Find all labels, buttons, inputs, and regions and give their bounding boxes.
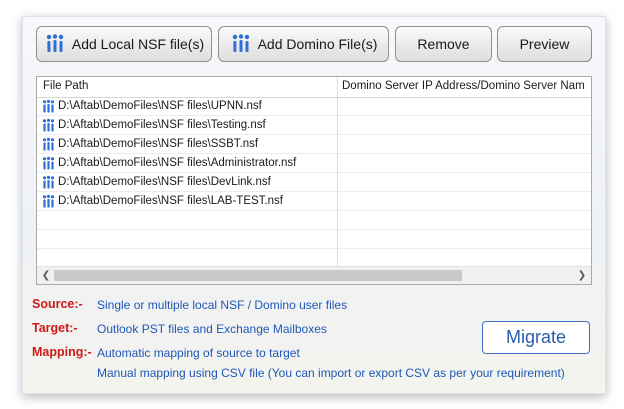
- table-row[interactable]: D:\Aftab\DemoFiles\NSF files\SSBT.nsf: [37, 135, 591, 154]
- lotus-notes-file-icon: [41, 156, 56, 171]
- table-row[interactable]: D:\Aftab\DemoFiles\NSF files\Administrat…: [37, 154, 591, 173]
- migrate-button[interactable]: Migrate: [482, 321, 590, 354]
- scroll-left-icon[interactable]: ❮: [39, 269, 53, 282]
- lotus-notes-file-icon: [41, 99, 56, 114]
- column-header-domino-server[interactable]: Domino Server IP Address/Domino Server N…: [342, 80, 590, 92]
- horizontal-scrollbar[interactable]: ❮ ❯: [37, 266, 591, 284]
- preview-label: Preview: [519, 36, 570, 52]
- table-row[interactable]: D:\Aftab\DemoFiles\NSF files\DevLink.nsf: [37, 173, 591, 192]
- grid-rows: D:\Aftab\DemoFiles\NSF files\UPNN.nsf D:\…: [37, 97, 591, 268]
- mapping-label: Mapping:-: [32, 345, 92, 359]
- mapping-manual-value: Manual mapping using CSV file (You can i…: [97, 366, 565, 380]
- file-path-cell: D:\Aftab\DemoFiles\NSF files\Testing.nsf: [58, 119, 266, 131]
- table-row[interactable]: D:\Aftab\DemoFiles\NSF files\UPNN.nsf: [37, 97, 591, 116]
- source-label: Source:-: [32, 297, 83, 311]
- source-value: Single or multiple local NSF / Domino us…: [97, 298, 348, 312]
- empty-row: [37, 211, 591, 230]
- file-path-cell: D:\Aftab\DemoFiles\NSF files\Administrat…: [58, 157, 297, 169]
- target-value: Outlook PST files and Exchange Mailboxes: [97, 322, 327, 336]
- file-grid[interactable]: File Path Domino Server IP Address/Domin…: [36, 76, 592, 285]
- add-local-nsf-label: Add Local NSF file(s): [71, 36, 205, 52]
- mapping-automatic-value: Automatic mapping of source to target: [97, 346, 300, 360]
- add-domino-files-label: Add Domino File(s): [257, 36, 378, 52]
- lotus-notes-icon: [44, 33, 66, 55]
- table-row[interactable]: D:\Aftab\DemoFiles\NSF files\Testing.nsf: [37, 116, 591, 135]
- table-row[interactable]: D:\Aftab\DemoFiles\NSF files\LAB-TEST.ns…: [37, 192, 591, 211]
- add-local-nsf-button[interactable]: Add Local NSF file(s): [36, 26, 212, 62]
- scroll-right-icon[interactable]: ❯: [575, 269, 589, 282]
- file-path-cell: D:\Aftab\DemoFiles\NSF files\SSBT.nsf: [58, 138, 259, 150]
- lotus-notes-file-icon: [41, 118, 56, 133]
- scrollbar-thumb[interactable]: [54, 270, 462, 281]
- add-domino-files-button[interactable]: Add Domino File(s): [218, 26, 389, 62]
- grid-header: File Path Domino Server IP Address/Domin…: [37, 77, 591, 98]
- remove-label: Remove: [417, 36, 470, 52]
- file-path-cell: D:\Aftab\DemoFiles\NSF files\UPNN.nsf: [58, 100, 262, 112]
- lotus-notes-file-icon: [41, 137, 56, 152]
- column-header-file-path[interactable]: File Path: [43, 80, 88, 92]
- empty-row: [37, 230, 591, 249]
- lotus-notes-file-icon: [41, 175, 56, 190]
- lotus-notes-icon: [230, 33, 252, 55]
- target-label: Target:-: [32, 321, 78, 335]
- migrate-label: Migrate: [505, 327, 567, 347]
- lotus-notes-file-icon: [41, 194, 56, 209]
- file-path-cell: D:\Aftab\DemoFiles\NSF files\DevLink.nsf: [58, 176, 271, 188]
- file-path-cell: D:\Aftab\DemoFiles\NSF files\LAB-TEST.ns…: [58, 195, 283, 207]
- preview-button[interactable]: Preview: [497, 26, 592, 62]
- remove-button[interactable]: Remove: [395, 26, 492, 62]
